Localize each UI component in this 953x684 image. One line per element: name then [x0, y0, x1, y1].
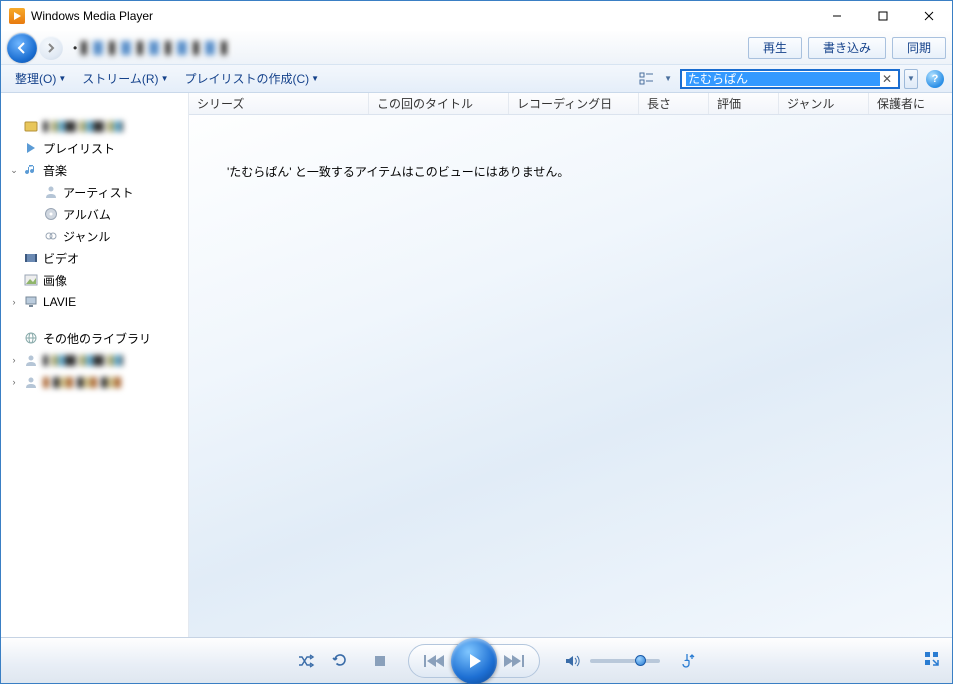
- organize-menu[interactable]: 整理(O)▼: [9, 68, 72, 89]
- app-icon: [9, 8, 25, 24]
- sidebar-library-root[interactable]: [1, 115, 188, 137]
- breadcrumb[interactable]: •: [65, 36, 742, 60]
- col-series[interactable]: シリーズ: [189, 93, 369, 114]
- tab-play[interactable]: 再生: [748, 37, 802, 59]
- chevron-right-icon[interactable]: ›: [9, 377, 19, 387]
- column-headers: シリーズ この回のタイトル レコーディング日 長さ 評価 ジャンル 保護者に: [189, 93, 952, 115]
- toolbar: 整理(O)▼ ストリーム(R)▼ プレイリストの作成(C)▼ ▼ ✕ ▼ ?: [1, 65, 952, 93]
- sidebar-item-genre[interactable]: ジャンル: [1, 225, 188, 247]
- tab-burn[interactable]: 書き込み: [808, 37, 886, 59]
- play-button[interactable]: [451, 638, 497, 684]
- network-icon: [23, 330, 39, 346]
- album-icon: [43, 206, 59, 222]
- touch-mode-icon[interactable]: [677, 649, 701, 673]
- sidebar-item-lavie[interactable]: › LAVIE: [1, 291, 188, 313]
- next-button[interactable]: [495, 646, 535, 676]
- library-name: [43, 121, 123, 132]
- chevron-down-icon[interactable]: ⌄: [9, 165, 19, 176]
- video-icon: [23, 250, 39, 266]
- genre-icon: [43, 228, 59, 244]
- col-genre[interactable]: ジャンル: [779, 93, 869, 114]
- sidebar: プレイリスト ⌄ 音楽 アーティスト アルバム ジャンル ビデオ 画像 ›: [1, 93, 189, 637]
- switch-view-button[interactable]: [924, 651, 940, 670]
- titlebar: Windows Media Player: [1, 1, 952, 31]
- sidebar-remote-lib-2[interactable]: ›: [1, 371, 188, 393]
- no-results-message: 'たむらぱん' と一致するアイテムはこのビューにはありません。: [189, 115, 952, 180]
- nav-bar: • 再生 書き込み 同期: [1, 31, 952, 65]
- sidebar-item-artist[interactable]: アーティスト: [1, 181, 188, 203]
- main-pane: シリーズ この回のタイトル レコーディング日 長さ 評価 ジャンル 保護者に '…: [189, 93, 952, 637]
- sidebar-item-music[interactable]: ⌄ 音楽: [1, 159, 188, 181]
- col-rating[interactable]: 評価: [709, 93, 779, 114]
- computer-icon: [23, 294, 39, 310]
- maximize-button[interactable]: [860, 1, 906, 31]
- sidebar-remote-lib-1[interactable]: ›: [1, 349, 188, 371]
- col-episode-title[interactable]: この回のタイトル: [369, 93, 509, 114]
- forward-button[interactable]: [39, 36, 63, 60]
- view-options-icon[interactable]: [638, 70, 656, 88]
- sidebar-item-album[interactable]: アルバム: [1, 203, 188, 225]
- player-bar: [1, 637, 952, 683]
- create-playlist-menu[interactable]: プレイリストの作成(C)▼: [178, 68, 325, 89]
- search-clear-icon[interactable]: ✕: [880, 72, 894, 86]
- artist-icon: [43, 184, 59, 200]
- mute-button[interactable]: [560, 649, 584, 673]
- image-icon: [23, 272, 39, 288]
- transport-group: [408, 644, 540, 678]
- sidebar-item-other-libraries[interactable]: その他のライブラリ: [1, 327, 188, 349]
- tab-sync[interactable]: 同期: [892, 37, 946, 59]
- chevron-right-icon[interactable]: ›: [9, 297, 19, 307]
- stream-menu[interactable]: ストリーム(R)▼: [76, 68, 174, 89]
- playlist-icon: [23, 140, 39, 156]
- user-icon: [23, 352, 39, 368]
- sidebar-item-video[interactable]: ビデオ: [1, 247, 188, 269]
- chevron-right-icon[interactable]: ›: [9, 355, 19, 365]
- app-title: Windows Media Player: [31, 9, 153, 23]
- remote-lib-2-name: [43, 377, 123, 388]
- col-recording-date[interactable]: レコーディング日: [509, 93, 639, 114]
- previous-button[interactable]: [413, 646, 453, 676]
- search-box[interactable]: ✕: [680, 69, 900, 89]
- help-button[interactable]: ?: [926, 70, 944, 88]
- stop-button[interactable]: [368, 649, 392, 673]
- music-icon: [23, 162, 39, 178]
- breadcrumb-path: [81, 41, 231, 55]
- volume-thumb[interactable]: [635, 655, 646, 666]
- remote-lib-1-name: [43, 355, 123, 366]
- close-button[interactable]: [906, 1, 952, 31]
- sidebar-item-playlist[interactable]: プレイリスト: [1, 137, 188, 159]
- view-options-dropdown[interactable]: ▼: [660, 74, 676, 83]
- user-icon: [23, 374, 39, 390]
- shuffle-button[interactable]: [294, 649, 318, 673]
- volume-slider[interactable]: [590, 659, 660, 663]
- minimize-button[interactable]: [814, 1, 860, 31]
- col-parental[interactable]: 保護者に: [869, 93, 952, 114]
- sidebar-item-image[interactable]: 画像: [1, 269, 188, 291]
- library-icon: [23, 118, 39, 134]
- back-button[interactable]: [7, 33, 37, 63]
- search-dropdown[interactable]: ▼: [904, 69, 918, 89]
- search-input[interactable]: [686, 72, 880, 86]
- col-length[interactable]: 長さ: [639, 93, 709, 114]
- repeat-button[interactable]: [328, 649, 352, 673]
